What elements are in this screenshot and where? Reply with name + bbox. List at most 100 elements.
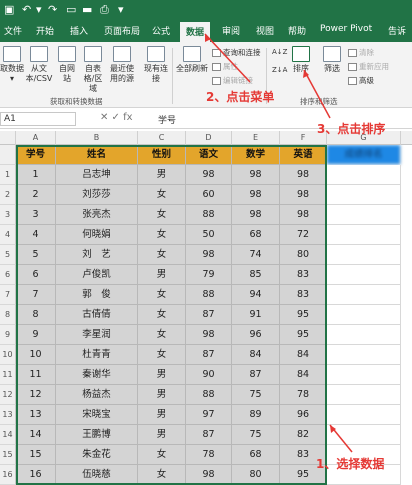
cell-name[interactable]: 吕志坤: [56, 165, 138, 185]
tab-formulas[interactable]: 公式: [152, 24, 170, 37]
cell-math[interactable]: 74: [232, 245, 280, 265]
clear-filter-button[interactable]: 清除: [348, 47, 374, 58]
cell-name[interactable]: 刘 艺: [56, 245, 138, 265]
cell-math[interactable]: 98: [232, 185, 280, 205]
cell-chinese[interactable]: 88: [186, 285, 232, 305]
cell-name[interactable]: 张亮杰: [56, 205, 138, 225]
column-header-d[interactable]: D: [186, 131, 232, 145]
select-all-corner[interactable]: [0, 131, 16, 145]
tab-file[interactable]: 文件: [4, 24, 22, 37]
row-header[interactable]: 16: [0, 465, 16, 485]
cell-math[interactable]: 94: [232, 285, 280, 305]
sort-descending-button[interactable]: Z↓A: [272, 66, 287, 74]
tab-data[interactable]: 数据: [180, 22, 211, 42]
cell-english[interactable]: 72: [280, 225, 327, 245]
cell-name[interactable]: 刘莎莎: [56, 185, 138, 205]
cell-math[interactable]: 87: [232, 365, 280, 385]
cell-name[interactable]: 李星润: [56, 325, 138, 345]
get-data-button[interactable]: 取数据 ▾: [0, 46, 24, 84]
cell-chinese[interactable]: 90: [186, 365, 232, 385]
cell-math[interactable]: 98: [232, 165, 280, 185]
cell-id[interactable]: 9: [16, 325, 56, 345]
tab-help[interactable]: 帮助: [288, 24, 306, 37]
advanced-filter-button[interactable]: 高级: [348, 75, 374, 86]
tab-view[interactable]: 视图: [256, 24, 274, 37]
header-cell-math[interactable]: 数学: [232, 145, 280, 165]
cell-english[interactable]: 98: [280, 205, 327, 225]
cell-name[interactable]: 朱金花: [56, 445, 138, 465]
row-header[interactable]: 5: [0, 245, 16, 265]
refresh-all-button[interactable]: 全部刷新: [176, 46, 208, 74]
queries-connections-button[interactable]: 查询和连接: [212, 47, 261, 58]
from-text-csv-button[interactable]: 从文本/CSV: [24, 46, 54, 84]
header-cell-id[interactable]: 学号: [16, 145, 56, 165]
cell-math[interactable]: 84: [232, 345, 280, 365]
filter-button[interactable]: 筛选: [320, 46, 344, 74]
tab-review[interactable]: 审阅: [222, 24, 240, 37]
cell-english[interactable]: 95: [280, 305, 327, 325]
cell-gender[interactable]: 女: [138, 445, 186, 465]
header-cell-rank[interactable]: 成绩排名: [327, 145, 401, 165]
cell-english[interactable]: 78: [280, 385, 327, 405]
cell-rank[interactable]: [327, 425, 401, 445]
cell-id[interactable]: 8: [16, 305, 56, 325]
cell-id[interactable]: 5: [16, 245, 56, 265]
row-header[interactable]: 6: [0, 265, 16, 285]
cell-name[interactable]: 杨益杰: [56, 385, 138, 405]
cell-rank[interactable]: [327, 185, 401, 205]
cell-name[interactable]: 秦谢华: [56, 365, 138, 385]
cell-id[interactable]: 1: [16, 165, 56, 185]
recent-sources-button[interactable]: 最近使用的源: [108, 46, 136, 84]
column-header-e[interactable]: E: [232, 131, 280, 145]
cell-gender[interactable]: 男: [138, 405, 186, 425]
cell-gender[interactable]: 女: [138, 185, 186, 205]
cell-english[interactable]: 98: [280, 185, 327, 205]
cell-name[interactable]: 杜青青: [56, 345, 138, 365]
from-table-button[interactable]: 自表格/区域: [80, 46, 106, 94]
cell-name[interactable]: 卢俊凯: [56, 265, 138, 285]
row-header[interactable]: 14: [0, 425, 16, 445]
cell-math[interactable]: 75: [232, 385, 280, 405]
row-header[interactable]: 1: [0, 165, 16, 185]
cell-math[interactable]: 68: [232, 445, 280, 465]
cell-id[interactable]: 14: [16, 425, 56, 445]
header-cell-chinese[interactable]: 语文: [186, 145, 232, 165]
cell-english[interactable]: 84: [280, 365, 327, 385]
cell-rank[interactable]: [327, 205, 401, 225]
cell-name[interactable]: 王鹏博: [56, 425, 138, 445]
cell-math[interactable]: 96: [232, 325, 280, 345]
column-header-a[interactable]: A: [16, 131, 56, 145]
cell-name[interactable]: 何晓娟: [56, 225, 138, 245]
name-box[interactable]: A1: [0, 112, 76, 126]
cell-id[interactable]: 10: [16, 345, 56, 365]
cell-english[interactable]: 82: [280, 425, 327, 445]
cell-id[interactable]: 7: [16, 285, 56, 305]
save-icon[interactable]: ▣: [4, 3, 14, 16]
cell-name[interactable]: 古倩倩: [56, 305, 138, 325]
cell-rank[interactable]: [327, 325, 401, 345]
tab-home[interactable]: 开始: [36, 24, 54, 37]
cell-id[interactable]: 12: [16, 385, 56, 405]
cell-gender[interactable]: 女: [138, 305, 186, 325]
undo-icon[interactable]: ↶: [22, 3, 31, 16]
cell-rank[interactable]: [327, 385, 401, 405]
cell-chinese[interactable]: 78: [186, 445, 232, 465]
row-header[interactable]: 11: [0, 365, 16, 385]
tab-power-pivot[interactable]: Power Pivot: [320, 24, 372, 34]
cell-rank[interactable]: [327, 345, 401, 365]
cell-chinese[interactable]: 98: [186, 165, 232, 185]
row-header[interactable]: [0, 145, 16, 165]
cell-gender[interactable]: 女: [138, 225, 186, 245]
cell-id[interactable]: 2: [16, 185, 56, 205]
cell-id[interactable]: 16: [16, 465, 56, 485]
cell-rank[interactable]: [327, 265, 401, 285]
open-folder-icon[interactable]: ▬: [82, 3, 92, 16]
row-header[interactable]: 13: [0, 405, 16, 425]
row-header[interactable]: 8: [0, 305, 16, 325]
cell-english[interactable]: 98: [280, 165, 327, 185]
column-header-c[interactable]: C: [138, 131, 186, 145]
formula-input[interactable]: 学号: [158, 113, 176, 126]
tab-tell-me[interactable]: 告诉: [388, 24, 406, 37]
cell-name[interactable]: 伍晓慈: [56, 465, 138, 485]
cell-chinese[interactable]: 87: [186, 305, 232, 325]
